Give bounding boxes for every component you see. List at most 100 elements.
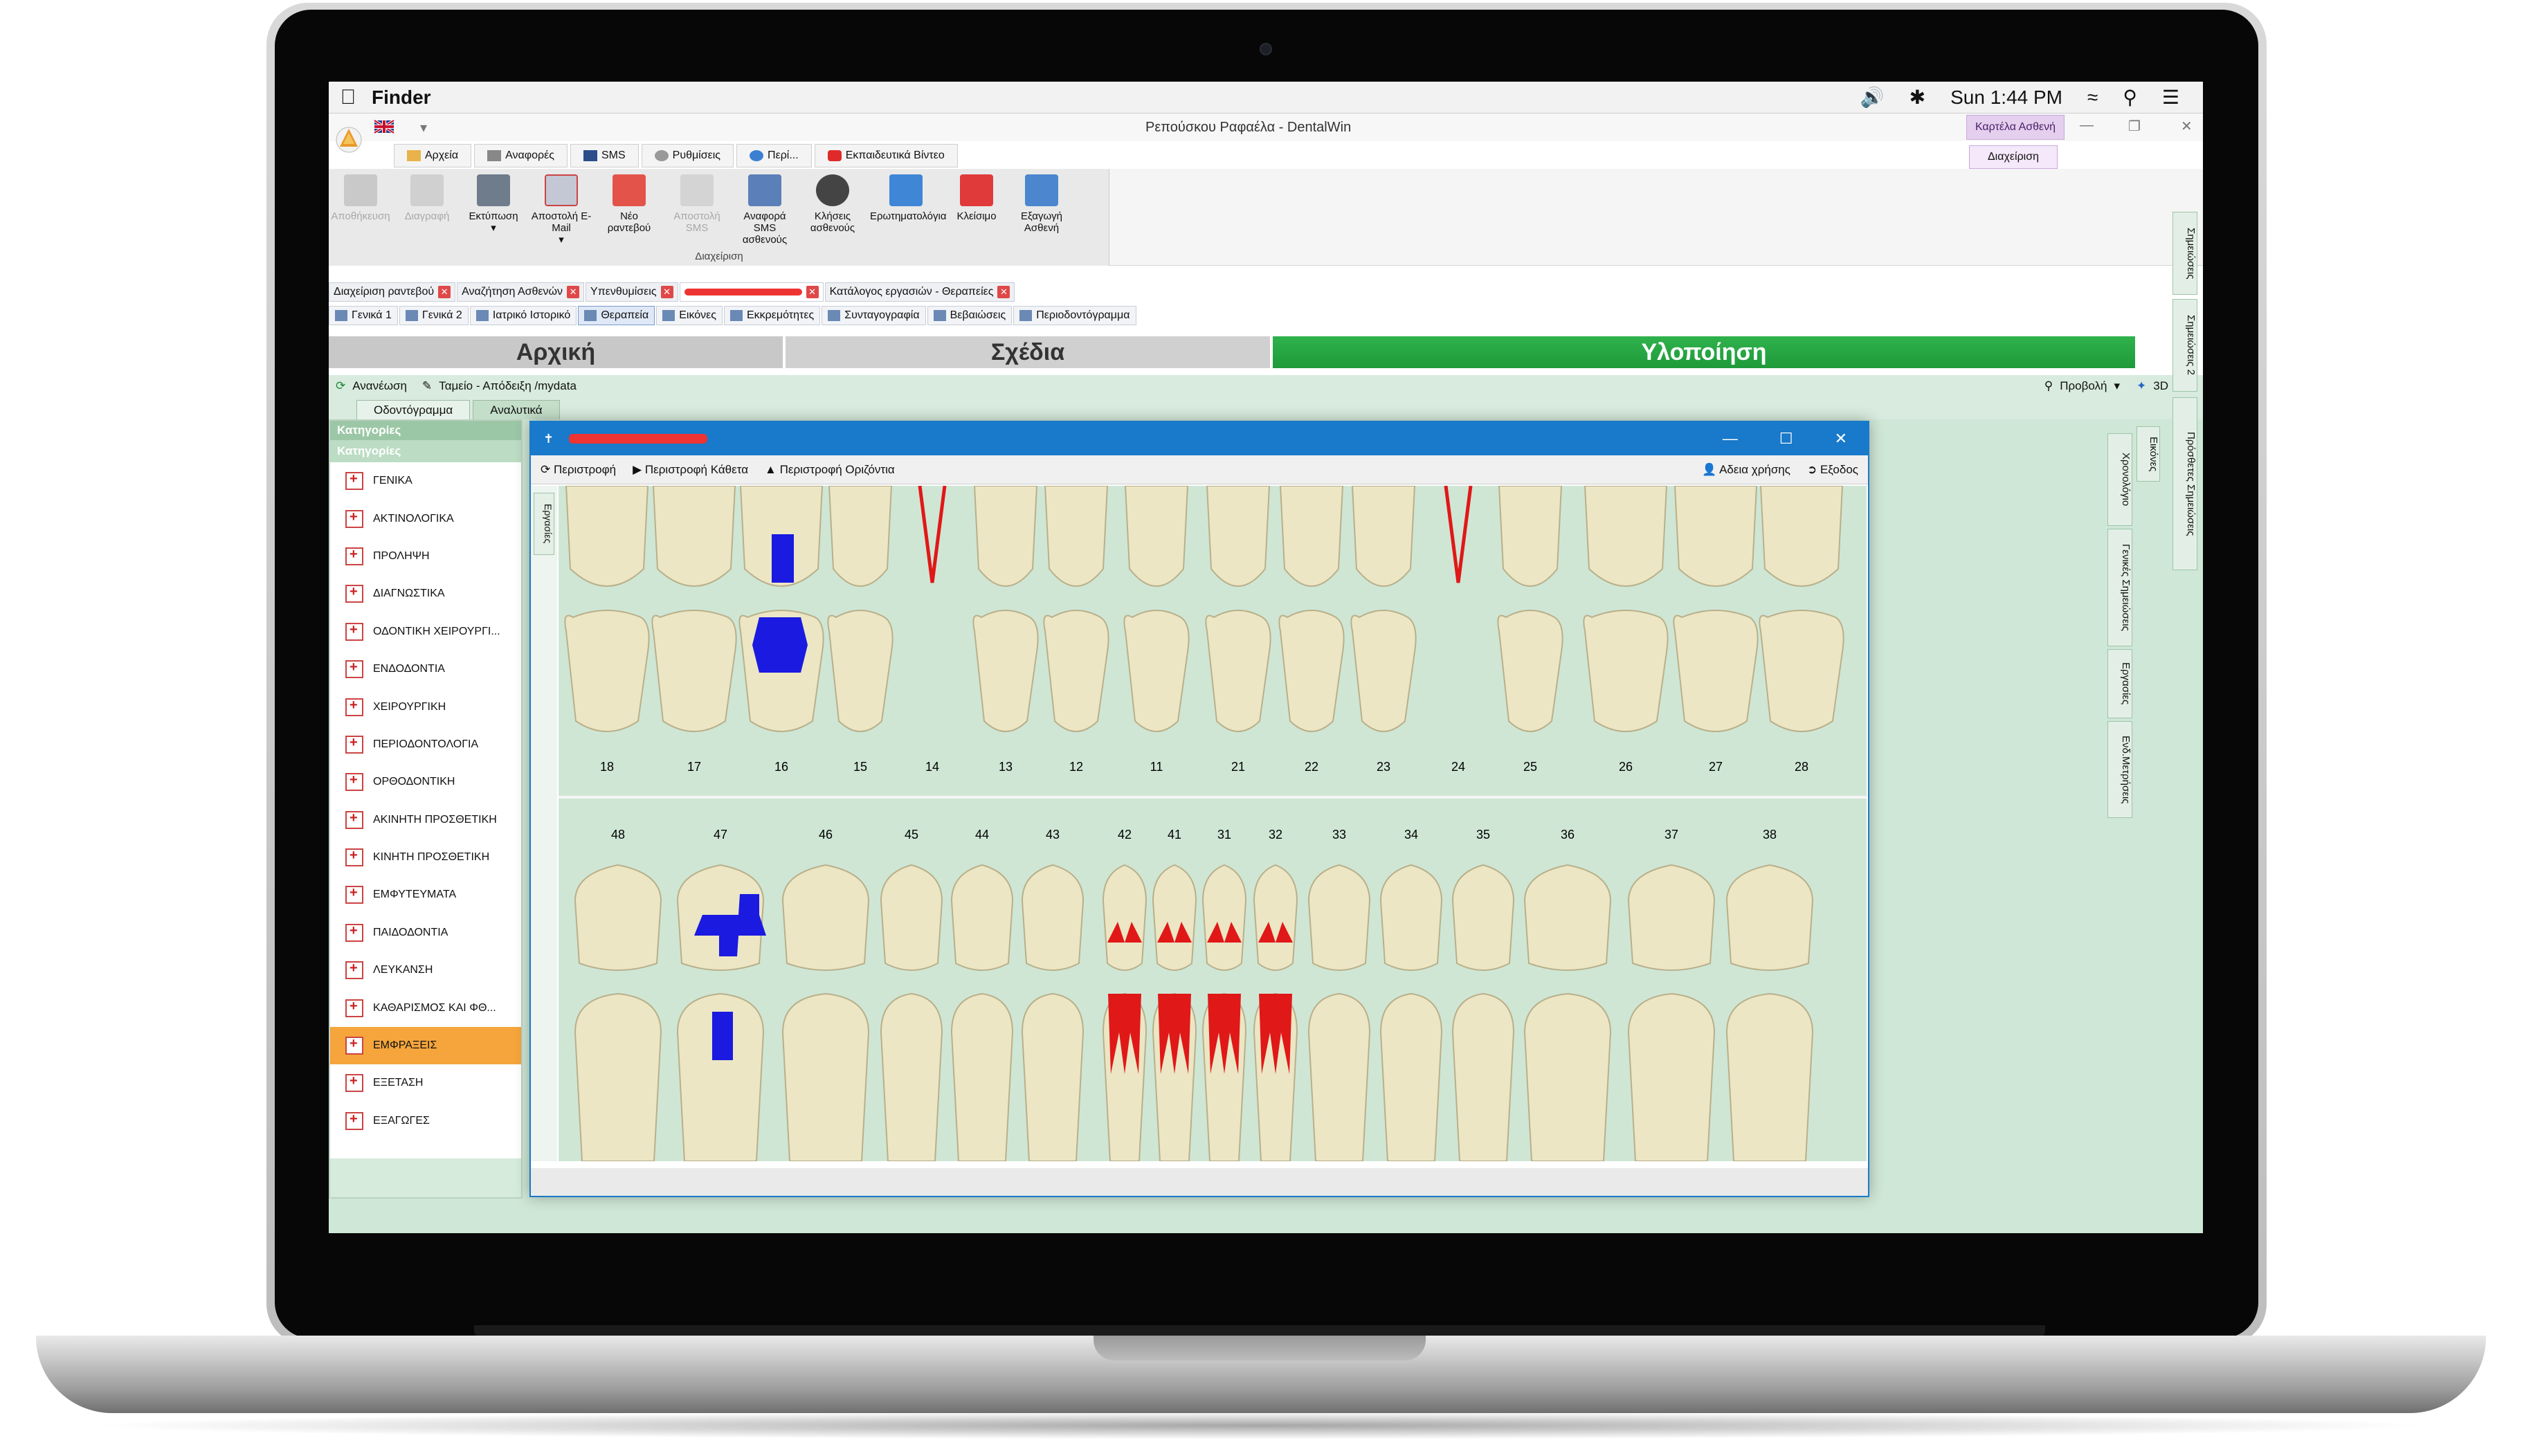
- tooth-number[interactable]: 22: [1305, 760, 1318, 774]
- lower-tooth-crown[interactable]: [880, 864, 943, 971]
- restore-icon[interactable]: ❐: [2128, 118, 2141, 135]
- ribbon-tab-reports[interactable]: Αναφορές: [474, 144, 568, 167]
- tooth-number[interactable]: 48: [611, 828, 625, 841]
- category-item[interactable]: ΑΚΤΙΝΟΛΟΓΙΚΑ: [330, 500, 521, 537]
- doc-tab-appointments[interactable]: Διαχείριση ραντεβού ✕: [329, 282, 456, 302]
- tooth-number[interactable]: 35: [1476, 828, 1490, 841]
- tooth-number[interactable]: 33: [1332, 828, 1346, 841]
- tooth-number[interactable]: 14: [925, 760, 939, 774]
- upper-tooth-root[interactable]: [973, 485, 1038, 587]
- lower-tooth-crown[interactable]: [1523, 864, 1612, 971]
- sub-tab-medical-history[interactable]: Ιατρικό Ιστορικό: [469, 306, 577, 325]
- lower-tooth-crown[interactable]: [1102, 864, 1147, 971]
- missing-tooth-marker[interactable]: [918, 485, 947, 583]
- sub-tab-general-2[interactable]: Γενικά 2: [399, 306, 469, 325]
- lower-tooth-root[interactable]: [880, 992, 943, 1162]
- missing-tooth-marker[interactable]: [1444, 485, 1473, 583]
- tooth-number[interactable]: 28: [1795, 760, 1808, 774]
- tab-odontogram[interactable]: Οδοντόγραμμα: [356, 400, 471, 419]
- tooth-number[interactable]: 41: [1168, 828, 1181, 841]
- lower-tooth-root[interactable]: [1379, 992, 1443, 1162]
- upper-tooth-root[interactable]: [1673, 485, 1758, 587]
- tooth-number[interactable]: 34: [1404, 828, 1418, 841]
- upper-tooth-crown[interactable]: [1278, 610, 1345, 732]
- close-tab-icon[interactable]: ✕: [997, 286, 1010, 298]
- send-email-button[interactable]: Αποστολή E-Mail ▾: [529, 173, 593, 248]
- lower-tooth-crown[interactable]: [1627, 864, 1716, 971]
- ribbon-tab-settings[interactable]: Ρυθμίσεις: [641, 144, 734, 167]
- bluetooth-icon[interactable]: ✱: [1909, 86, 1925, 109]
- rotate-horizontal-button[interactable]: ▲ Περιστροφή Οριζόντια: [765, 463, 895, 477]
- manage-tab[interactable]: Διαχείριση: [1969, 145, 2058, 169]
- lower-tooth-crown[interactable]: [574, 864, 662, 971]
- lower-tooth-crown[interactable]: [1152, 864, 1197, 971]
- category-item[interactable]: ΟΔΟΝΤΙΚΗ ΧΕΙΡΟΥΡΓΙ...: [330, 613, 521, 650]
- upper-tooth-crown[interactable]: [1759, 610, 1844, 732]
- category-item[interactable]: ΕΜΦΥΤΕΥΜΑΤΑ: [330, 876, 521, 913]
- ribbon-tab-files[interactable]: Αρχεία: [394, 144, 472, 167]
- lower-tooth-crown[interactable]: [1307, 864, 1371, 971]
- tooth-number[interactable]: 32: [1269, 828, 1282, 841]
- close-patient-button[interactable]: Κλείσιμο: [945, 173, 1008, 248]
- tooth-number[interactable]: 17: [687, 760, 701, 774]
- upper-tooth-crown[interactable]: [651, 610, 737, 732]
- phase-plans[interactable]: Σχέδια: [786, 336, 1270, 368]
- tooth-number[interactable]: 18: [600, 760, 614, 774]
- quick-access-dropdown-icon[interactable]: ▾: [420, 119, 427, 136]
- upper-tooth-crown[interactable]: [827, 610, 893, 732]
- lower-tooth-root[interactable]: [1725, 992, 1814, 1162]
- upper-tooth-crown[interactable]: [972, 610, 1039, 732]
- finder-menu[interactable]: Finder: [372, 87, 431, 109]
- dialog-pin-icon[interactable]: ✝: [543, 432, 554, 446]
- upper-tooth-crown[interactable]: [1043, 610, 1109, 732]
- sub-tab-pending[interactable]: Εκκρεμότητες: [724, 306, 821, 325]
- tooth-number[interactable]: 16: [774, 760, 788, 774]
- tooth-number[interactable]: 44: [975, 828, 989, 841]
- sub-tab-certificates[interactable]: Βεβαιώσεις: [927, 306, 1013, 325]
- close-tab-icon[interactable]: ✕: [660, 286, 673, 298]
- doc-tab-treatment-catalog[interactable]: Κατάλογος εργασιών - Θεραπείες ✕: [824, 282, 1015, 302]
- category-item[interactable]: ΚΙΝΗΤΗ ΠΡΟΣΘΕΤΙΚΗ: [330, 839, 521, 876]
- menu-list-icon[interactable]: ☰: [2162, 86, 2179, 109]
- upper-tooth-root[interactable]: [1206, 485, 1271, 587]
- upper-tooth-crown[interactable]: [1123, 610, 1190, 732]
- close-tab-icon[interactable]: ✕: [806, 286, 819, 298]
- category-item[interactable]: ΓΕΝΙΚΑ: [330, 462, 521, 500]
- tooth-number[interactable]: 43: [1046, 828, 1060, 841]
- upper-tooth-root[interactable]: [1351, 485, 1416, 587]
- close-tab-icon[interactable]: ✕: [438, 286, 451, 298]
- category-item[interactable]: ΧΕΙΡΟΥΡΓΙΚΗ: [330, 688, 521, 725]
- cashier-button[interactable]: Ταμείο - Απόδειξη /mydata: [439, 379, 577, 393]
- export-patient-button[interactable]: Εξαγωγή Ασθενή: [1010, 173, 1073, 248]
- category-item[interactable]: ΚΑΘΑΡΙΣΜΟΣ ΚΑΙ ΦΘ...: [330, 989, 521, 1026]
- license-button[interactable]: 👤 Αδεια χρήσης: [1702, 463, 1790, 477]
- minimize-icon[interactable]: —: [2080, 118, 2094, 134]
- tooth-number[interactable]: 11: [1150, 760, 1163, 774]
- exit-button[interactable]: ➲ Εξοδος: [1807, 463, 1858, 477]
- category-item[interactable]: ΔΙΑΓΝΩΣΤΙΚΑ: [330, 575, 521, 612]
- upper-tooth-root[interactable]: [1124, 485, 1189, 587]
- lower-tooth-root[interactable]: [1627, 992, 1716, 1162]
- lower-tooth-root[interactable]: [1523, 992, 1612, 1162]
- category-item[interactable]: ΕΝΔΟΔΟΝΤΙΑ: [330, 650, 521, 688]
- upper-tooth-root[interactable]: [1759, 485, 1844, 587]
- print-button[interactable]: Εκτύπωση ▾: [462, 173, 525, 248]
- close-icon[interactable]: ✕: [2181, 118, 2193, 135]
- sub-tab-periodontogram[interactable]: Περιοδοντόγραμμα: [1013, 306, 1136, 325]
- upper-tooth-crown[interactable]: [564, 610, 650, 732]
- phase-implementation[interactable]: Υλοποίηση: [1273, 336, 2135, 368]
- 3d-button[interactable]: 3D: [2153, 379, 2168, 393]
- category-item[interactable]: ΑΚΙΝΗΤΗ ΠΡΟΣΘΕΤΙΚΗ: [330, 801, 521, 839]
- lower-tooth-crown[interactable]: [1201, 864, 1247, 971]
- tooth-number[interactable]: 31: [1217, 828, 1231, 841]
- upper-tooth-crown[interactable]: [1350, 610, 1417, 732]
- delete-button[interactable]: Διαγραφή: [395, 173, 459, 248]
- far-right-tab-notes-2[interactable]: Σημειώσεις 2: [2172, 299, 2197, 392]
- lower-tooth-crown[interactable]: [1021, 864, 1085, 971]
- upper-tooth-root[interactable]: [1584, 485, 1668, 587]
- lower-tooth-root[interactable]: [1451, 992, 1515, 1162]
- language-flag-icon[interactable]: [373, 118, 398, 137]
- tab-analytics[interactable]: Αναλυτικά: [473, 400, 560, 419]
- lower-tooth-crown[interactable]: [950, 864, 1014, 971]
- ribbon-tab-sms[interactable]: SMS: [570, 144, 639, 167]
